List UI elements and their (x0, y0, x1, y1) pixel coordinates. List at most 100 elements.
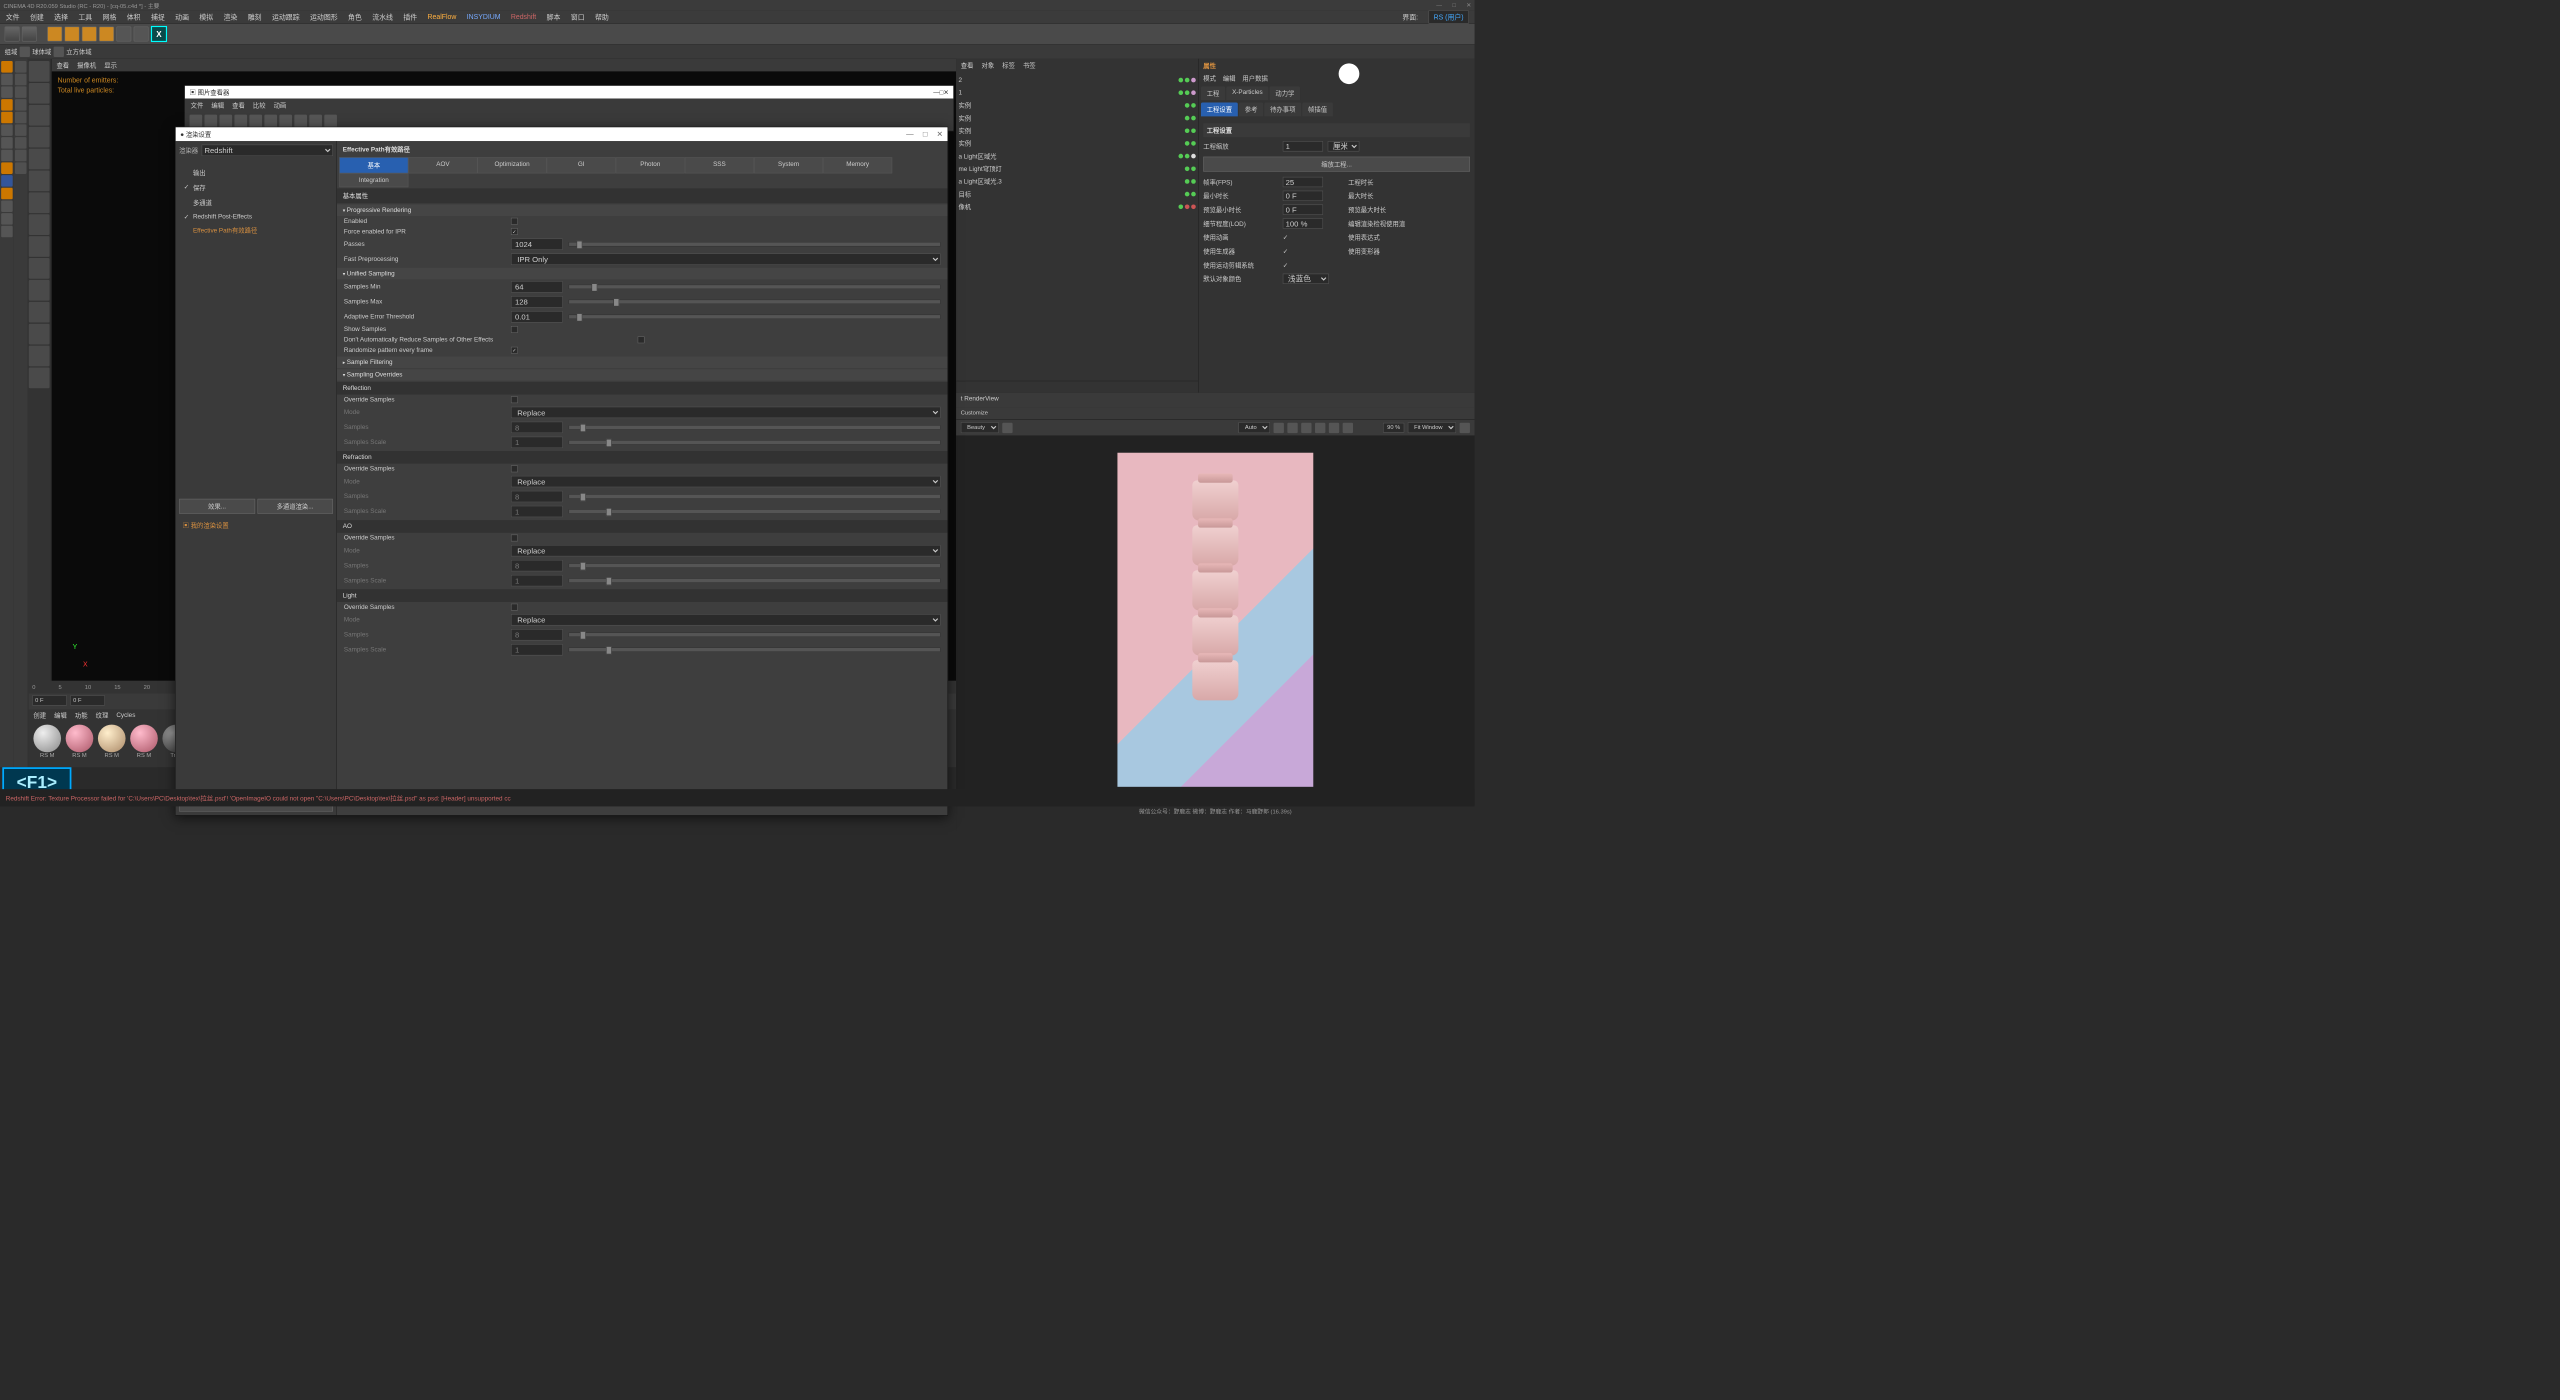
vp-camera[interactable]: 摄像机 (77, 60, 96, 69)
samples-input[interactable] (511, 560, 563, 572)
pv-icon[interactable] (309, 115, 322, 128)
randomize-checkbox[interactable] (511, 347, 518, 354)
pv-icon[interactable] (234, 115, 247, 128)
mat-tex[interactable]: 纹理 (96, 711, 109, 720)
scale-input[interactable] (511, 644, 563, 656)
menu-file[interactable]: 文件 (6, 12, 20, 22)
pv-titlebar[interactable]: ▣ 图片查看器 —□✕ (185, 86, 953, 99)
samples-slider[interactable] (569, 632, 941, 637)
mode-select[interactable]: Replace (511, 476, 941, 488)
attr-mode[interactable]: 模式 (1203, 74, 1216, 83)
object-row[interactable]: 实例 (958, 137, 1195, 150)
texture-icon[interactable] (29, 170, 50, 191)
rv-canvas[interactable] (956, 435, 1474, 804)
texture-icon[interactable] (29, 83, 50, 104)
unit-select[interactable]: 厘米 (1328, 141, 1360, 151)
group-unified[interactable]: Unified Sampling (337, 268, 948, 280)
cube-icon[interactable] (1, 61, 13, 73)
group-progressive[interactable]: Progressive Rendering (337, 204, 948, 216)
field-icon[interactable] (54, 47, 64, 57)
menu-create[interactable]: 创建 (30, 12, 44, 22)
tab-ref[interactable]: 参考 (1239, 103, 1263, 117)
samples-slider[interactable] (569, 425, 941, 430)
pv-icon[interactable] (204, 115, 217, 128)
texture-icon[interactable] (29, 127, 50, 148)
force-ipr-checkbox[interactable] (511, 228, 518, 235)
tool-icon[interactable] (15, 86, 27, 98)
object-tree[interactable]: 2 1 实例 实例 实例 实例 a Light区域光 me Light穹顶灯 a… (956, 71, 1198, 215)
multipass-button[interactable]: 多通道渲染... (257, 499, 333, 514)
tool-icon[interactable] (1, 188, 13, 200)
tab-basic[interactable]: 基本 (339, 157, 408, 173)
rv-icon[interactable] (1460, 422, 1470, 432)
select-tool-icon[interactable] (47, 26, 62, 41)
tab-project-settings[interactable]: 工程设置 (1201, 103, 1238, 117)
rv-icon[interactable] (1329, 422, 1339, 432)
menu-select[interactable]: 选择 (54, 12, 68, 22)
redo-icon[interactable] (22, 26, 37, 41)
object-row[interactable]: 1 (958, 86, 1195, 99)
rv-icon[interactable] (1301, 422, 1311, 432)
mode-select[interactable]: Replace (511, 407, 941, 419)
mode-select[interactable]: Replace (511, 545, 941, 557)
menu-sim[interactable]: 模拟 (199, 12, 213, 22)
texture-icon[interactable] (29, 302, 50, 323)
mat-create[interactable]: 创建 (33, 711, 46, 720)
tool-icon[interactable] (15, 99, 27, 111)
tab-project[interactable]: 工程 (1201, 86, 1225, 100)
scale-slider[interactable] (569, 647, 941, 652)
close-icon[interactable]: ✕ (943, 89, 948, 96)
tool-icon[interactable] (15, 74, 27, 86)
scale-input[interactable] (511, 437, 563, 449)
effects-button[interactable]: 效果... (179, 499, 255, 514)
dont-reduce-checkbox[interactable] (638, 336, 645, 343)
tab-dynamics[interactable]: 动力学 (1270, 86, 1301, 100)
fast-preproc-select[interactable]: IPR Only (511, 253, 941, 265)
pv-view[interactable]: 查看 (232, 101, 245, 110)
menu-script[interactable]: 脚本 (547, 12, 561, 22)
pv-anim[interactable]: 动画 (274, 101, 287, 110)
object-row[interactable]: 像机 (958, 200, 1195, 213)
x-axis-icon[interactable]: X (151, 26, 167, 42)
menu-insydium[interactable]: INSYDIUM (467, 13, 501, 21)
rotate-tool-icon[interactable] (99, 26, 114, 41)
tool-icon[interactable] (134, 26, 149, 41)
rv-icon[interactable] (1002, 422, 1012, 432)
tool-icon[interactable] (1, 175, 13, 187)
scale-input[interactable] (511, 575, 563, 587)
samples-input[interactable] (511, 422, 563, 434)
field-group[interactable]: 组域 (5, 47, 18, 56)
menu-help[interactable]: 帮助 (595, 12, 609, 22)
tab-photon[interactable]: Photon (616, 157, 685, 173)
object-row[interactable]: a Light区域光 (958, 150, 1195, 163)
group-sampling-overrides[interactable]: Sampling Overrides (337, 369, 948, 381)
maximize-icon[interactable]: □ (1452, 2, 1455, 8)
default-color-select[interactable]: 浅蓝色 (1283, 274, 1329, 284)
object-row[interactable]: a Light区域光.3 (958, 175, 1195, 188)
viewport-menu[interactable]: 查看 摄像机 显示 (52, 59, 956, 72)
adaptive-err-input[interactable] (511, 311, 563, 323)
pv-icon[interactable] (190, 115, 203, 128)
object-row[interactable]: 实例 (958, 99, 1195, 112)
tool-icon[interactable] (1, 99, 13, 111)
maximize-icon[interactable]: □ (923, 130, 928, 139)
tab-todo[interactable]: 待办事项 (1264, 103, 1301, 117)
rs-titlebar[interactable]: ● 渲染设置 —□✕ (176, 127, 948, 141)
vp-display[interactable]: 显示 (104, 60, 117, 69)
attr-userdata[interactable]: 用户数据 (1242, 74, 1267, 83)
obj-view[interactable]: 查看 (961, 60, 974, 69)
texture-icon[interactable] (29, 367, 50, 388)
pv-icon[interactable] (294, 115, 307, 128)
undo-icon[interactable] (5, 26, 20, 41)
object-row[interactable]: 实例 (958, 124, 1195, 137)
tool-icon[interactable] (1, 137, 13, 149)
menu-snap[interactable]: 捕捉 (151, 12, 165, 22)
pv-edit[interactable]: 编辑 (211, 101, 224, 110)
mat-cycles[interactable]: Cycles (116, 712, 135, 719)
project-scale-input[interactable] (1283, 141, 1323, 151)
pv-icon[interactable] (279, 115, 292, 128)
override-checkbox[interactable] (511, 396, 518, 403)
tool-icon[interactable] (1, 124, 13, 136)
texture-icon[interactable] (29, 149, 50, 170)
tab-gi[interactable]: GI (547, 157, 616, 173)
